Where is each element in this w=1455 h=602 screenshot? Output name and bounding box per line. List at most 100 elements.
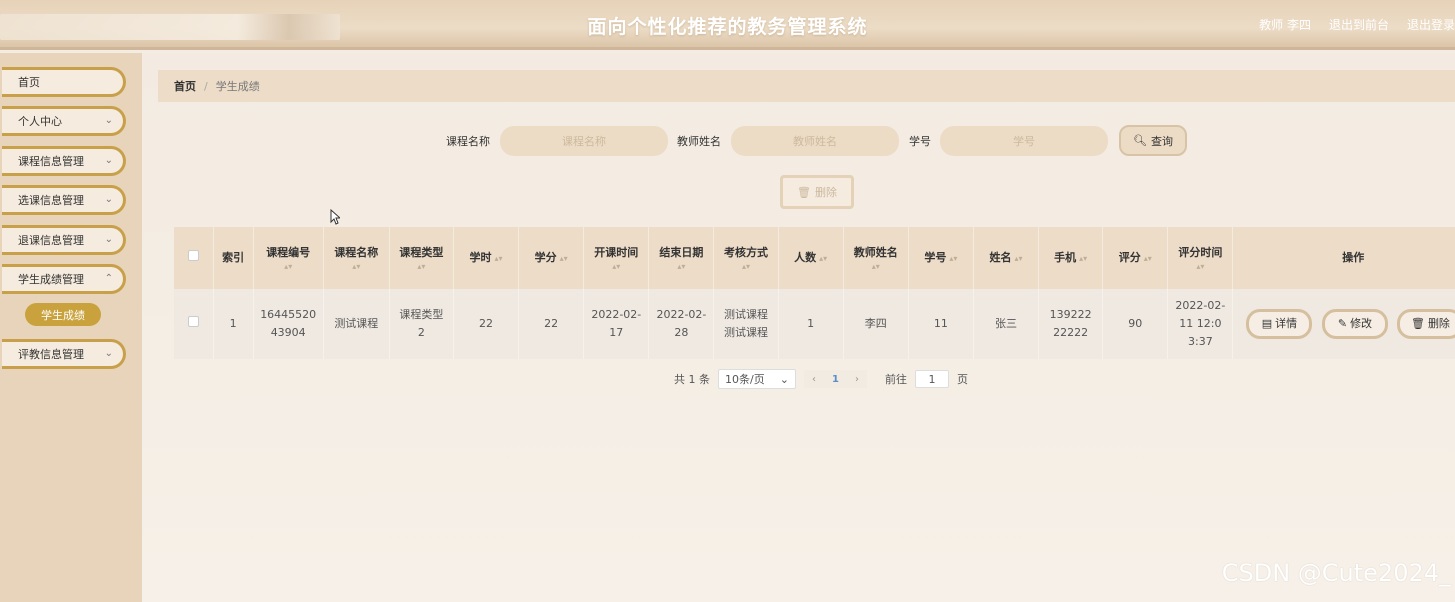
sidebar-item-label: 首页 <box>18 76 40 89</box>
sort-icon[interactable]: ▴▾ <box>714 262 777 272</box>
col-index: 索引 <box>213 227 254 289</box>
select-all-header[interactable] <box>174 227 214 289</box>
top-header: 面向个性化推荐的教务管理系统 教师 李四 退出到前台 退出登录 <box>0 0 1455 50</box>
sort-icon[interactable]: ▴▾ <box>324 262 389 272</box>
cell-count: 1 <box>778 289 844 359</box>
sidebar-item-course-selection[interactable]: 选课信息管理 ⌄ <box>2 185 126 215</box>
table-row: 1 1644552043904 测试课程 课程类型2 22 22 2022-02… <box>174 289 1455 359</box>
cell-name: 张三 <box>973 289 1040 359</box>
goto-suffix: 页 <box>956 373 968 386</box>
sidebar-item-student-grades[interactable]: 学生成绩管理 ⌃ <box>2 264 126 294</box>
col-student-no[interactable]: 学号 ▴▾ <box>908 227 974 289</box>
page-number[interactable]: 1 <box>832 374 839 385</box>
col-start-date[interactable]: 开课时间 ▴▾ <box>583 227 650 289</box>
sidebar-item-course-drop[interactable]: 退课信息管理 ⌄ <box>2 225 126 255</box>
cell-teacher: 李四 <box>843 289 909 359</box>
col-actions: 操作 <box>1232 227 1455 289</box>
page-size-select[interactable]: 10条/页 ⌄ <box>718 369 796 389</box>
document-icon: ▤ <box>1261 317 1273 330</box>
sort-icon[interactable]: ▴▾ <box>495 254 503 263</box>
sidebar-item-label: 学生成绩管理 <box>18 273 84 286</box>
batch-delete-button[interactable]: 🗑︎ 删除 <box>780 175 854 209</box>
col-score[interactable]: 评分 ▴▾ <box>1102 227 1169 289</box>
search-icon: 🔍︎ <box>1133 134 1147 147</box>
col-count[interactable]: 人数 ▴▾ <box>778 227 844 289</box>
sort-icon[interactable]: ▴▾ <box>584 262 648 272</box>
cell-hours: 22 <box>453 289 520 359</box>
course-name-input[interactable] <box>500 126 668 156</box>
back-to-front-link[interactable]: 退出到前台 <box>1329 16 1389 33</box>
sidebar-item-home[interactable]: 首页 <box>2 67 126 97</box>
sort-icon[interactable]: ▴▾ <box>649 262 713 272</box>
sort-icon[interactable]: ▴▾ <box>1015 254 1023 263</box>
sidebar: 首页 个人中心 ⌄ 课程信息管理 ⌄ 选课信息管理 ⌄ 退课信息管理 ⌄ 学生成… <box>0 53 142 602</box>
sidebar-item-personal-center[interactable]: 个人中心 ⌄ <box>2 106 126 136</box>
breadcrumb-separator: / <box>204 79 208 93</box>
next-page-icon[interactable]: › <box>855 374 859 385</box>
col-phone[interactable]: 手机 ▴▾ <box>1038 227 1104 289</box>
col-exam-method[interactable]: 考核方式 ▴▾ <box>713 227 779 289</box>
col-course-type[interactable]: 课程类型 ▴▾ <box>389 227 454 289</box>
cell-score: 90 <box>1102 289 1169 359</box>
breadcrumb-home[interactable]: 首页 <box>174 78 196 94</box>
sort-icon[interactable]: ▴▾ <box>254 262 323 272</box>
app-title: 面向个性化推荐的教务管理系统 <box>587 16 868 38</box>
col-score-time[interactable]: 评分时间 ▴▾ <box>1167 227 1234 289</box>
cell-exam-method: 测试课程测试课程 <box>713 289 779 359</box>
goto-page-input[interactable]: 1 <box>914 370 949 388</box>
cell-course-id: 1644552043904 <box>253 289 324 359</box>
sidebar-item-course-info[interactable]: 课程信息管理 ⌄ <box>2 146 126 176</box>
chevron-up-icon: ⌃ <box>104 273 113 284</box>
teacher-name-label: 教师姓名 <box>677 135 721 148</box>
sort-icon[interactable]: ▴▾ <box>949 254 957 263</box>
grades-table-wrapper: 索引 课程编号 ▴▾ 课程名称 ▴▾ 课程类型 ▴▾ 学时 ▴▾ 学分 ▴▾ 开课时间 ▴▾… <box>174 227 1455 359</box>
sidebar-item-label: 评教信息管理 <box>18 348 84 361</box>
select-all-checkbox[interactable] <box>187 250 199 261</box>
table-header-row: 索引 课程编号 ▴▾ 课程名称 ▴▾ 课程类型 ▴▾ 学时 ▴▾ 学分 ▴▾ 开课时间 ▴▾… <box>174 227 1455 289</box>
sort-icon[interactable]: ▴▾ <box>819 254 827 263</box>
sidebar-subitem-student-grades[interactable]: 学生成绩 <box>25 303 101 326</box>
cell-course-type: 课程类型2 <box>389 289 454 359</box>
trash-icon: 🗑︎ <box>797 185 811 199</box>
edit-icon: ✎ <box>1337 317 1348 330</box>
pager: ‹ 1 › <box>804 370 867 388</box>
sort-icon[interactable]: ▴▾ <box>1144 254 1152 263</box>
col-course-id[interactable]: 课程编号 ▴▾ <box>253 227 324 289</box>
grades-table: 索引 课程编号 ▴▾ 课程名称 ▴▾ 课程类型 ▴▾ 学时 ▴▾ 学分 ▴▾ 开课时间 ▴▾… <box>174 227 1455 359</box>
sidebar-item-teaching-evaluation[interactable]: 评教信息管理 ⌄ <box>2 339 126 369</box>
current-user-label: 教师 李四 <box>1259 18 1311 32</box>
sort-icon[interactable]: ▴▾ <box>844 262 908 272</box>
cell-end-date: 2022-02-28 <box>648 289 715 359</box>
detail-button[interactable]: ▤ 详情 <box>1246 309 1313 339</box>
mouse-cursor-icon <box>330 209 340 225</box>
cell-index: 1 <box>213 289 254 359</box>
sidebar-item-label: 选课信息管理 <box>18 194 84 207</box>
col-credits[interactable]: 学分 ▴▾ <box>518 227 585 289</box>
col-teacher[interactable]: 教师姓名 ▴▾ <box>843 227 909 289</box>
trash-icon: 🗑︎ <box>1410 317 1425 330</box>
prev-page-icon[interactable]: ‹ <box>812 374 816 385</box>
total-count: 共 1 条 <box>674 373 710 386</box>
chevron-down-icon: ⌄ <box>104 155 113 166</box>
breadcrumb: 首页 / 学生成绩 <box>158 70 1455 102</box>
teacher-name-input[interactable] <box>731 126 899 156</box>
sort-icon[interactable]: ▴▾ <box>390 262 453 272</box>
logout-link[interactable]: 退出登录 <box>1407 16 1455 33</box>
sort-icon[interactable]: ▴▾ <box>560 254 568 263</box>
cell-actions: ▤ 详情 ✎ 修改 🗑︎ 删除 <box>1232 289 1455 359</box>
col-hours[interactable]: 学时 ▴▾ <box>453 227 520 289</box>
sort-icon[interactable]: ▴▾ <box>1079 254 1087 263</box>
sort-icon[interactable]: ▴▾ <box>1168 262 1232 272</box>
col-course-name[interactable]: 课程名称 ▴▾ <box>323 227 390 289</box>
edit-button[interactable]: ✎ 修改 <box>1321 309 1388 339</box>
col-end-date[interactable]: 结束日期 ▴▾ <box>648 227 715 289</box>
row-checkbox[interactable] <box>187 316 199 327</box>
delete-button[interactable]: 🗑︎ 删除 <box>1397 309 1455 339</box>
sidebar-item-label: 个人中心 <box>18 115 62 128</box>
student-no-input[interactable] <box>940 126 1108 156</box>
query-button[interactable]: 🔍︎ 查询 <box>1119 125 1187 156</box>
col-name[interactable]: 姓名 ▴▾ <box>973 227 1040 289</box>
cell-credits: 22 <box>518 289 585 359</box>
main-content: 首页 / 学生成绩 课程名称 教师姓名 学号 🔍︎ 查询 🗑︎ 删除 <box>142 53 1455 602</box>
cell-phone: 13922222222 <box>1038 289 1104 359</box>
